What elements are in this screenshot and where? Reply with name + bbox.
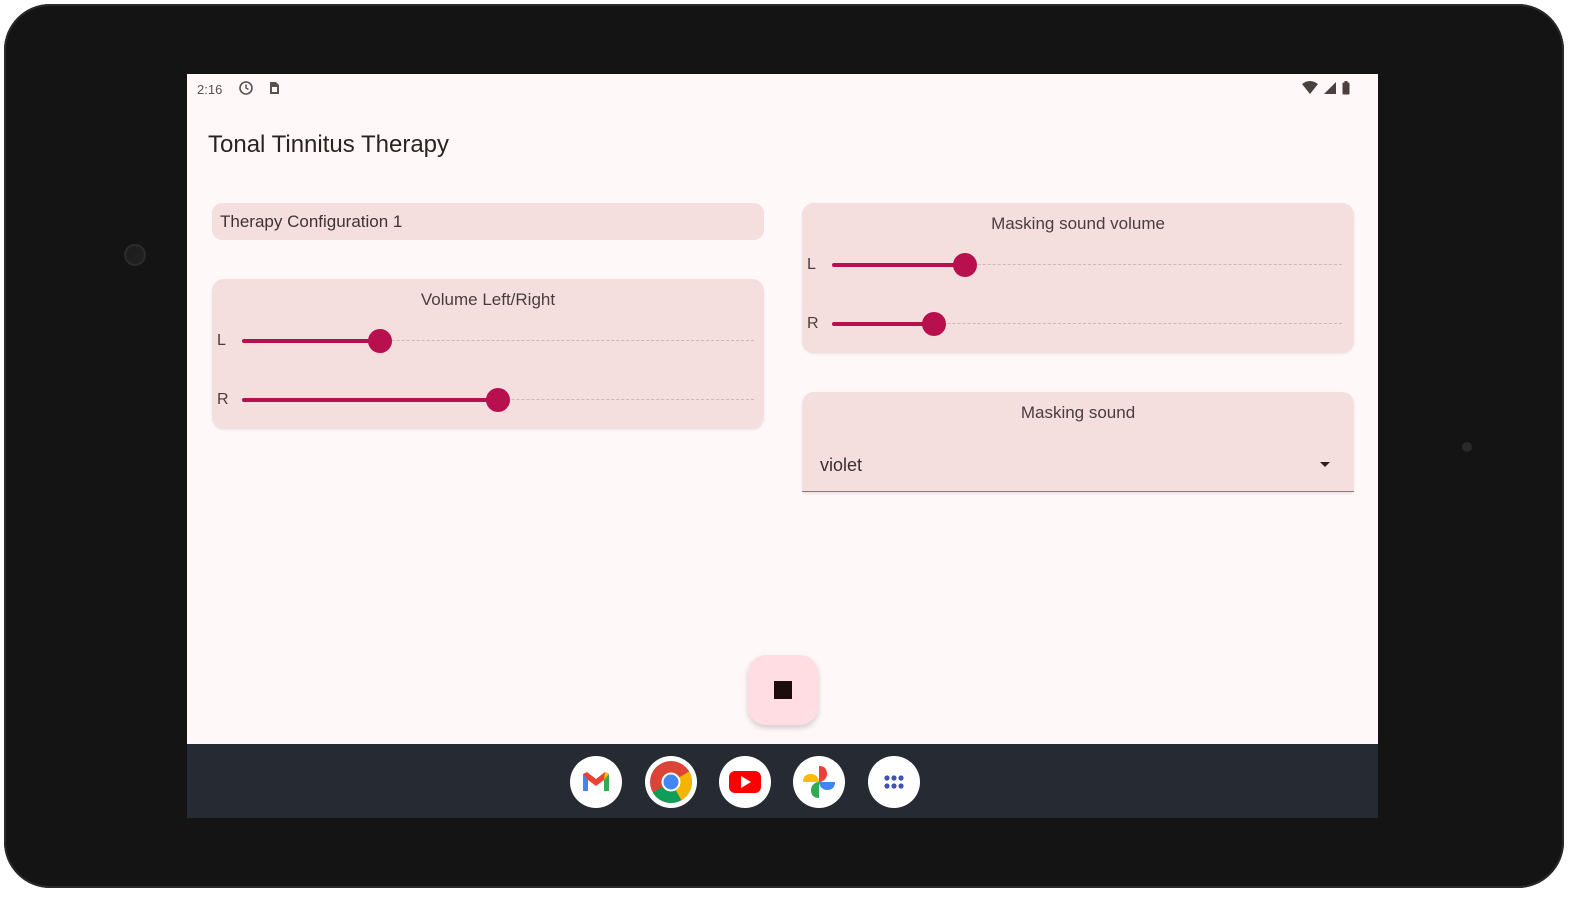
masking-sound-card-title: Masking sound <box>1020 403 1136 422</box>
chrome-icon[interactable] <box>645 756 697 808</box>
volume-left-slider[interactable]: L <box>212 326 764 356</box>
slider-thumb[interactable] <box>953 253 977 277</box>
volume-left-label: L <box>217 332 226 349</box>
wifi-icon <box>1302 81 1318 94</box>
status-time: 2:16 <box>197 82 223 97</box>
photos-icon[interactable] <box>793 756 845 808</box>
screen: 2:16 Tonal Tinnitus Therapy Therapy Conf… <box>187 74 1378 818</box>
masking-sound-selected: violet <box>820 455 863 475</box>
slider-fill <box>832 263 965 267</box>
volume-right-label: R <box>217 391 229 408</box>
masking-right-label: R <box>807 315 819 332</box>
slider-thumb[interactable] <box>922 312 946 336</box>
volume-card-title: Volume Left/Right <box>420 290 556 309</box>
volume-card: Volume Left/Right L R <box>212 279 764 429</box>
masking-left-label: L <box>807 256 816 273</box>
slider-fill <box>242 398 498 402</box>
stop-button[interactable] <box>748 655 818 725</box>
slider-thumb[interactable] <box>486 388 510 412</box>
masking-volume-card: Masking sound volume L R <box>802 203 1354 353</box>
slider-fill <box>242 339 380 343</box>
sim-card-icon <box>270 82 279 94</box>
light-sensor <box>1462 442 1472 452</box>
app-title: Tonal Tinnitus Therapy <box>208 131 450 158</box>
masking-volume-card-title: Masking sound volume <box>991 214 1165 233</box>
notification-icon <box>239 81 253 95</box>
status-right <box>1302 81 1350 95</box>
status-bar: 2:16 <box>187 74 1378 104</box>
dropdown-arrow-icon <box>1320 462 1330 467</box>
stop-icon <box>774 681 792 699</box>
masking-right-slider[interactable]: R <box>802 309 1354 339</box>
masking-sound-card: Masking sound violet <box>802 392 1354 493</box>
slider-thumb[interactable] <box>368 329 392 353</box>
taskbar <box>187 744 1378 818</box>
slider-fill <box>832 322 934 326</box>
battery-icon <box>1342 81 1350 95</box>
youtube-icon[interactable] <box>719 756 771 808</box>
configuration-name-field[interactable]: Therapy Configuration 1 <box>212 203 764 240</box>
cellular-signal-icon <box>1324 82 1336 94</box>
masking-left-slider[interactable]: L <box>802 250 1354 280</box>
gmail-icon[interactable] <box>570 756 622 808</box>
masking-sound-dropdown[interactable]: violet <box>802 444 1354 492</box>
front-camera <box>124 244 146 266</box>
app-drawer-icon[interactable] <box>868 756 920 808</box>
volume-right-slider[interactable]: R <box>212 385 764 415</box>
